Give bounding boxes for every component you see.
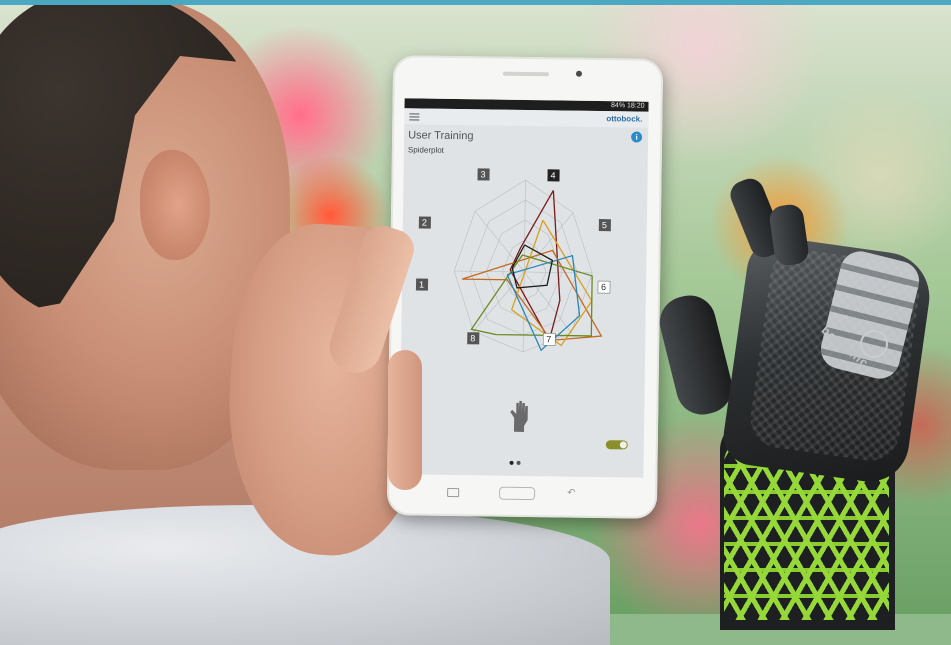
hand-gesture-icon[interactable] <box>506 398 532 432</box>
tablet-device: 84% 18:20 ottobock. User Training i Spid… <box>386 55 664 519</box>
axis-label: 7 <box>546 334 551 344</box>
axis-label: 1 <box>419 280 424 290</box>
status-text: 84% 18:20 <box>611 102 645 110</box>
recent-apps-button[interactable] <box>447 487 460 498</box>
person-ear <box>140 150 210 260</box>
tablet-screen: 84% 18:20 ottobock. User Training i Spid… <box>399 98 649 478</box>
page-title: User Training <box>408 129 474 143</box>
hamburger-menu-icon[interactable] <box>409 113 420 121</box>
axis-label: 8 <box>470 333 475 343</box>
axis-label: 2 <box>422 218 427 228</box>
axis-label: 5 <box>602 220 607 230</box>
app-bar: ottobock. <box>404 108 649 128</box>
spiderplot-series <box>461 190 603 352</box>
page-subtitle: Spiderplot <box>407 145 444 155</box>
home-button[interactable] <box>499 486 536 501</box>
person-fingers <box>388 350 422 490</box>
spiderplot-chart: 3 4 5 6 7 8 1 2 <box>415 168 611 353</box>
info-icon[interactable]: i <box>631 131 643 143</box>
back-icon[interactable]: ↶ <box>567 488 581 499</box>
axis-label: 4 <box>550 170 555 180</box>
brand-logo: ottobock. <box>606 114 643 124</box>
spiderplot-grid <box>453 179 593 353</box>
axis-label: 6 <box>601 282 606 292</box>
page-indicator <box>509 452 530 465</box>
axis-label: 3 <box>480 169 485 179</box>
axis-labels: 3 4 5 6 7 8 1 2 <box>415 168 611 346</box>
top-accent-bar <box>0 0 951 5</box>
tablet-speaker <box>502 71 549 77</box>
feature-toggle[interactable] <box>605 440 628 450</box>
tablet-camera <box>575 70 583 77</box>
